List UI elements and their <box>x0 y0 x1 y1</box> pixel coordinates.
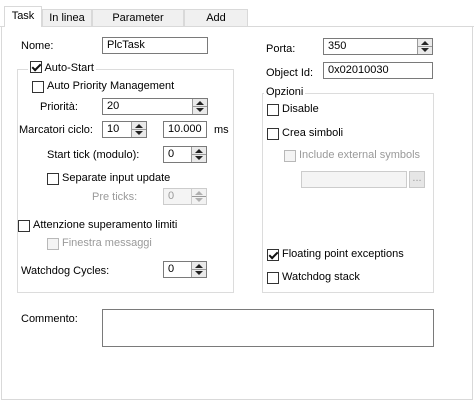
start-tick-value: 0 <box>168 148 175 160</box>
priority-spin-icon[interactable] <box>192 99 207 114</box>
cycle-ticks-value: 10 <box>107 123 120 135</box>
priority-input[interactable]: 20 <box>102 98 208 115</box>
comment-label: Commento: <box>21 313 78 325</box>
pre-ticks-label: Pre ticks: <box>92 191 138 203</box>
auto-start-legend: Auto-Start <box>28 61 96 75</box>
auto-priority-checkbox[interactable] <box>32 81 44 93</box>
auto-priority-label: Auto Priority Management <box>47 80 175 92</box>
message-box-checkbox[interactable] <box>47 238 59 250</box>
tab-in-linea[interactable]: In linea <box>42 9 92 26</box>
priority-label: Priorità: <box>40 101 78 113</box>
watchdog-cycles-label: Watchdog Cycles: <box>21 265 110 277</box>
message-box-label: Finestra messaggi <box>62 237 152 249</box>
port-value: 350 <box>328 40 347 52</box>
floating-point-checkbox[interactable] <box>267 249 279 261</box>
watchdog-cycles-value: 0 <box>168 263 175 275</box>
port-spin-icon[interactable] <box>417 39 432 54</box>
options-group <box>262 93 434 293</box>
name-label: Nome: <box>21 40 54 52</box>
browse-button[interactable]: ... <box>409 171 425 188</box>
disable-label: Disable <box>282 103 319 115</box>
tab-parameter-online[interactable]: Parameter (Online) <box>92 9 184 40</box>
port-label: Porta: <box>266 43 296 55</box>
cycle-label: Marcatori ciclo: <box>19 124 93 136</box>
auto-start-checkbox[interactable] <box>30 61 42 73</box>
create-symbols-checkbox[interactable] <box>267 128 279 140</box>
tab-task[interactable]: Task <box>4 6 42 27</box>
include-external-checkbox[interactable] <box>284 150 296 162</box>
limit-warning-label: Attenzione superamento limiti <box>33 219 178 231</box>
pre-ticks-spin-icon[interactable] <box>191 189 206 204</box>
object-id-label: Object Id: <box>266 67 314 79</box>
separate-input-label: Separate input update <box>62 172 171 184</box>
priority-value: 20 <box>107 100 120 112</box>
tab-add-symbols[interactable]: Add Symbols <box>184 9 248 40</box>
create-symbols-label: Crea simboli <box>282 127 344 139</box>
object-id-input[interactable]: 0x02010030 <box>323 62 433 79</box>
cycle-ticks-spin-icon[interactable] <box>131 122 146 137</box>
watchdog-cycles-input[interactable]: 0 <box>163 261 207 278</box>
auto-start-label: Auto-Start <box>44 62 94 74</box>
disable-checkbox[interactable] <box>267 104 279 116</box>
cycle-time-input[interactable]: 10.000 <box>163 121 207 138</box>
cycle-unit: ms <box>214 124 229 136</box>
comment-textarea[interactable] <box>102 309 434 347</box>
cycle-ticks-input[interactable]: 10 <box>102 121 147 138</box>
watchdog-stack-checkbox[interactable] <box>267 272 279 284</box>
start-tick-spin-icon[interactable] <box>191 147 206 162</box>
pre-ticks-input[interactable]: 0 <box>163 188 207 205</box>
watchdog-cycles-spin-icon[interactable] <box>191 262 206 277</box>
floating-point-label: Floating point exceptions <box>282 248 404 260</box>
watchdog-stack-label: Watchdog stack <box>282 271 360 283</box>
start-tick-input[interactable]: 0 <box>163 146 207 163</box>
name-input[interactable]: PlcTask <box>102 37 208 54</box>
include-external-label: Include external symbols <box>299 149 421 161</box>
pre-ticks-value: 0 <box>168 190 175 202</box>
port-input[interactable]: 350 <box>323 38 433 55</box>
separate-input-checkbox[interactable] <box>47 173 59 185</box>
symbols-path-input[interactable] <box>301 171 407 188</box>
options-legend: Opzioni <box>264 86 306 98</box>
start-tick-label: Start tick (modulo): <box>47 149 140 161</box>
limit-warning-checkbox[interactable] <box>18 220 30 232</box>
tab-bar: Task In linea Parameter (Online) Add Sym… <box>0 0 474 40</box>
